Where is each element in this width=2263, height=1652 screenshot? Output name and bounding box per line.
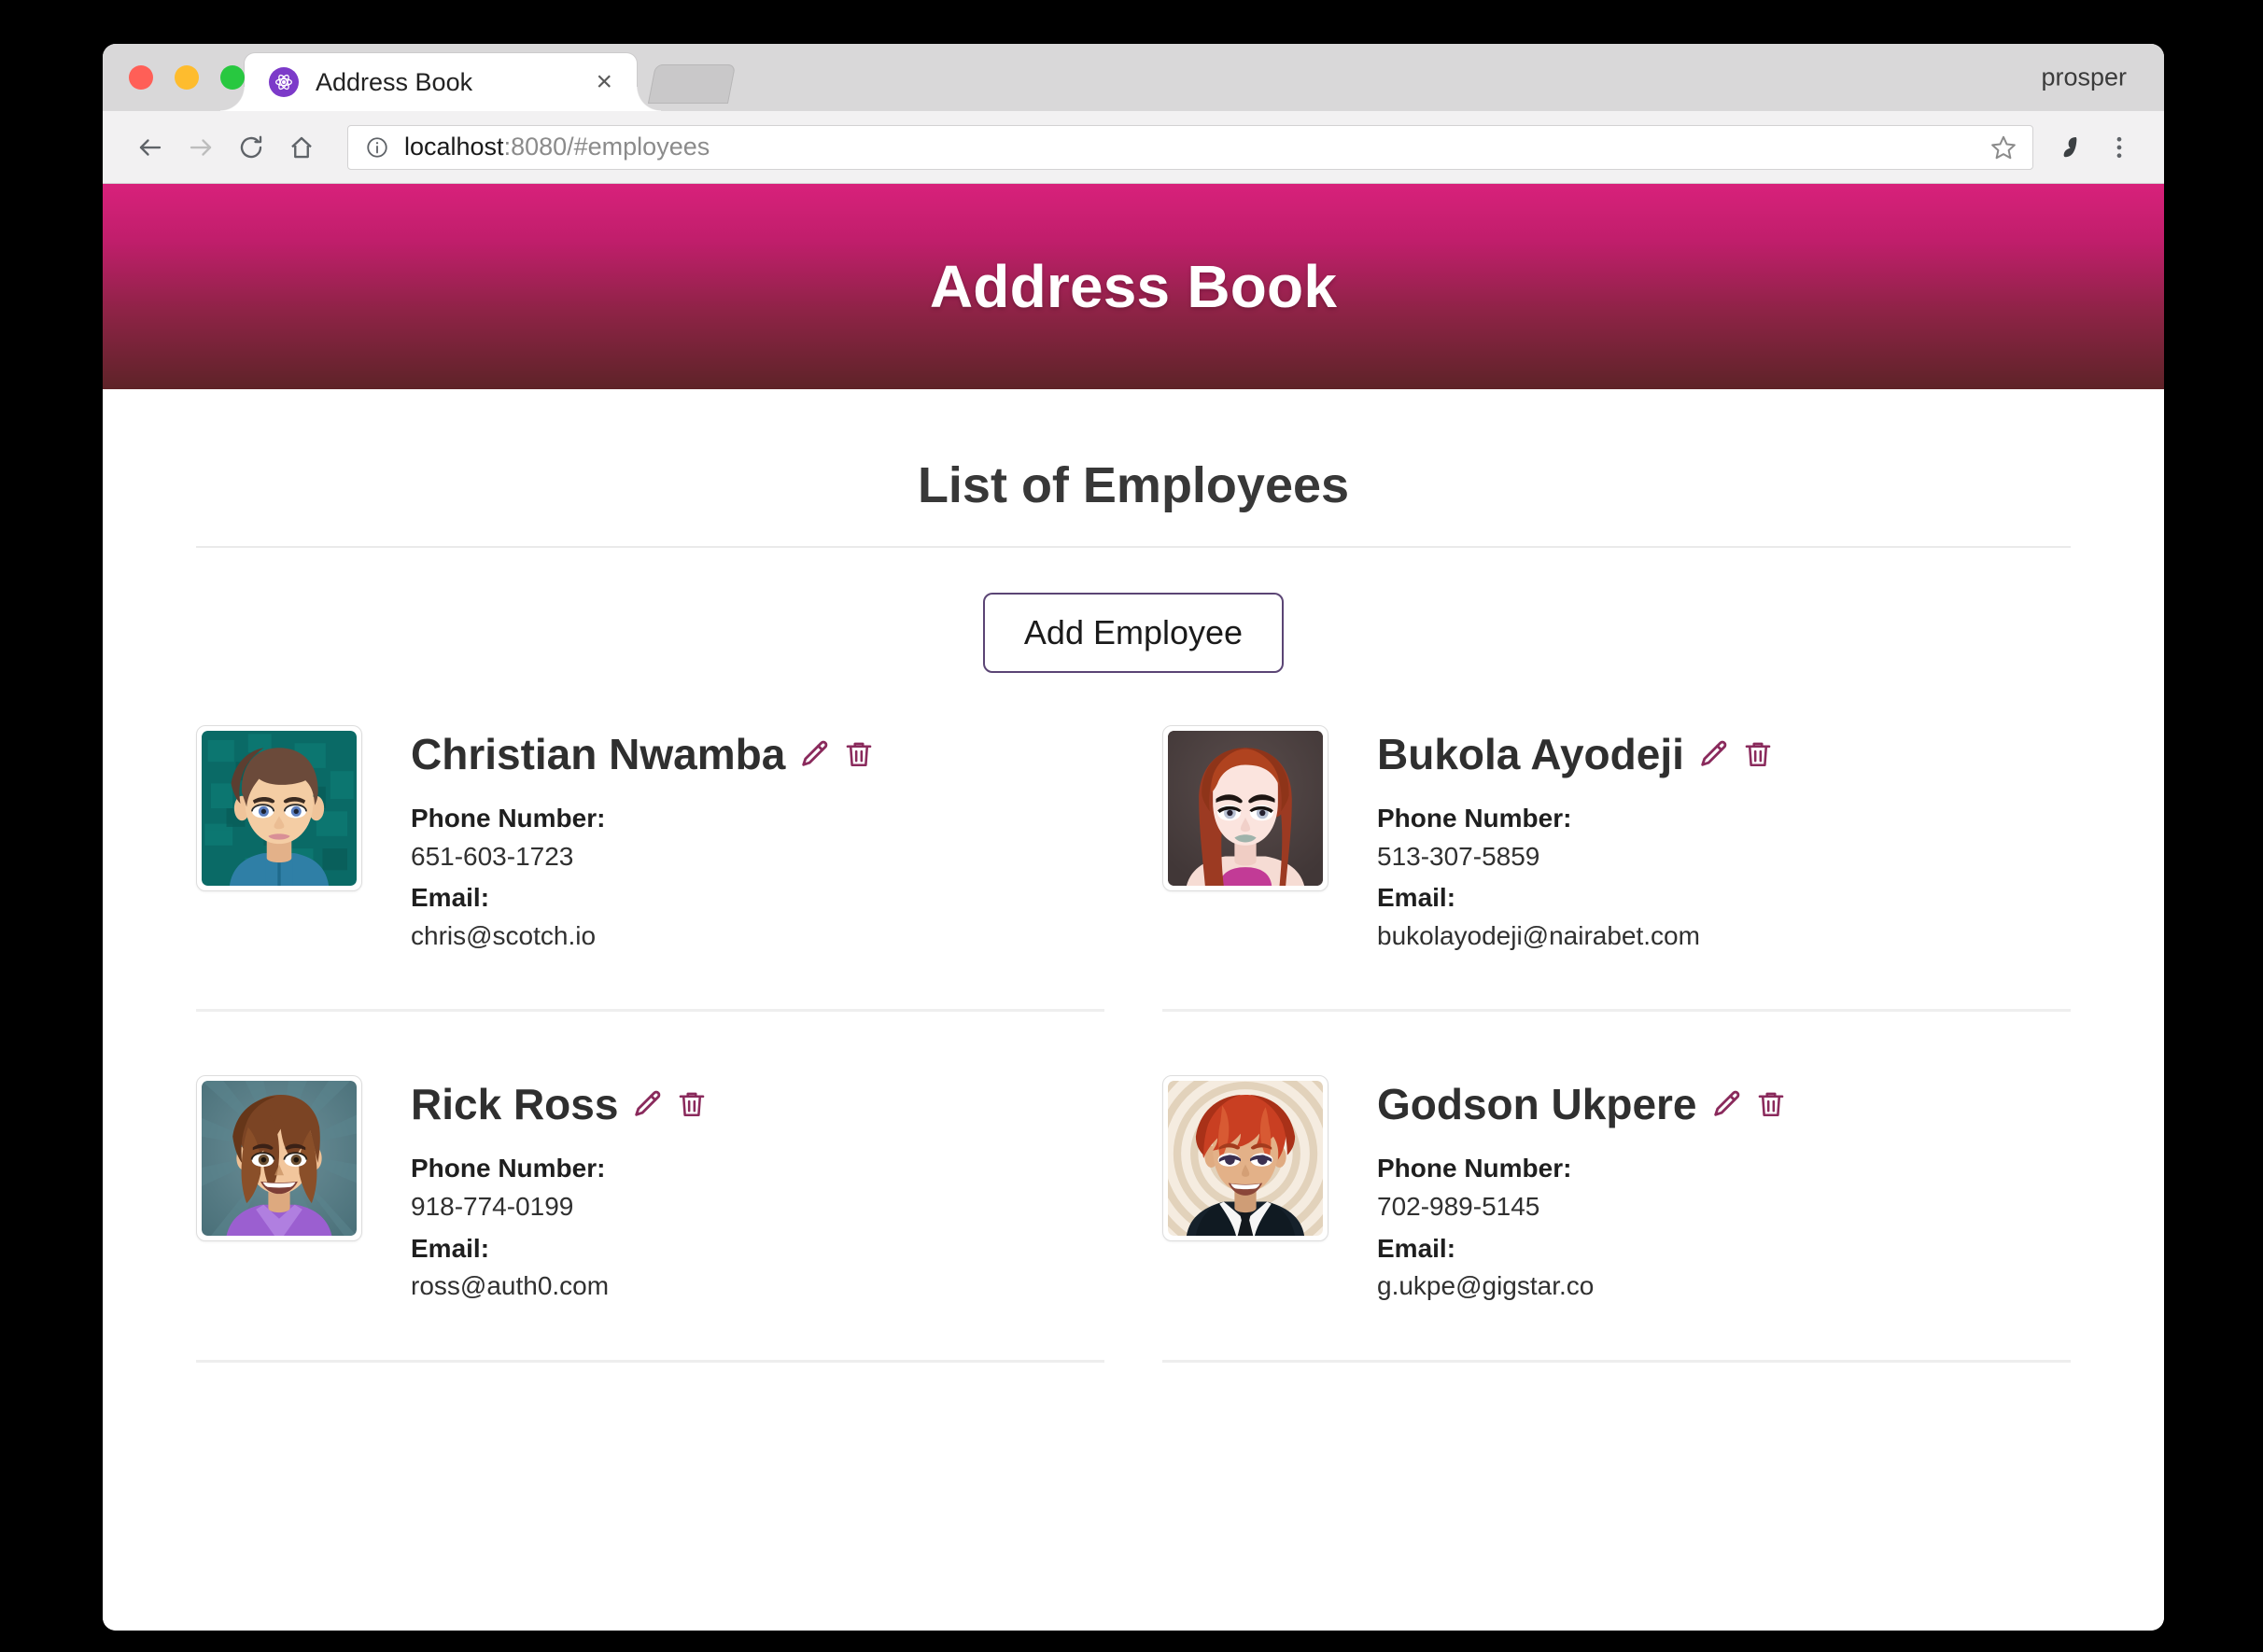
forward-arrow-icon[interactable] xyxy=(176,122,226,173)
phone-value: 651-603-1723 xyxy=(411,838,875,876)
employee-info: Bukola Ayodeji xyxy=(1377,725,1774,959)
employee-card: Godson Ukpere xyxy=(1162,1075,2071,1359)
employee-cell: Bukola Ayodeji xyxy=(1162,725,2071,1075)
pencil-edit-icon[interactable] xyxy=(798,738,830,770)
card-divider xyxy=(196,1009,1104,1012)
add-employee-button[interactable]: Add Employee xyxy=(983,593,1284,673)
avatar-godson-ukpere xyxy=(1162,1075,1328,1241)
employee-name: Godson Ukpere xyxy=(1377,1079,1697,1129)
page-info-icon[interactable] xyxy=(365,135,389,160)
profile-name[interactable]: prosper xyxy=(2041,63,2127,92)
avatar-christian-nwamba xyxy=(196,725,362,891)
employee-name-row: Rick Ross xyxy=(411,1079,708,1129)
card-divider xyxy=(196,1360,1104,1363)
close-tab-icon[interactable]: × xyxy=(590,68,618,96)
card-divider xyxy=(1162,1360,2071,1363)
avatar-bukola-ayodeji xyxy=(1162,725,1328,891)
url-path: :8080/#employees xyxy=(504,133,710,161)
card-divider xyxy=(1162,1009,2071,1012)
employee-name-row: Bukola Ayodeji xyxy=(1377,729,1774,779)
phone-value: 702-989-5145 xyxy=(1377,1188,1787,1226)
email-label: Email: xyxy=(411,1230,708,1268)
tab-strip: Address Book × prosper xyxy=(103,44,2164,111)
avatar-rick-ross xyxy=(196,1075,362,1241)
phone-label: Phone Number: xyxy=(1377,1150,1787,1188)
phone-value: 513-307-5859 xyxy=(1377,838,1774,876)
employee-cell: Christian Nwamba xyxy=(196,725,1104,1075)
react-atom-icon xyxy=(269,67,299,97)
employee-card: Bukola Ayodeji xyxy=(1162,725,2071,1009)
browser-window: Address Book × prosper xyxy=(103,44,2164,1631)
employee-info: Christian Nwamba xyxy=(411,725,875,959)
employee-name: Christian Nwamba xyxy=(411,729,785,779)
reload-icon[interactable] xyxy=(226,122,276,173)
phone-value: 918-774-0199 xyxy=(411,1188,708,1226)
employee-cell: Rick Ross xyxy=(196,1075,1104,1425)
trash-delete-icon[interactable] xyxy=(843,738,875,770)
url-text: localhost:8080/#employees xyxy=(404,133,710,161)
trash-delete-icon[interactable] xyxy=(1742,738,1774,770)
pencil-edit-icon[interactable] xyxy=(1710,1088,1742,1120)
email-label: Email: xyxy=(1377,1230,1787,1268)
browser-toolbar: localhost:8080/#employees xyxy=(103,111,2164,184)
trash-delete-icon[interactable] xyxy=(676,1088,708,1120)
pencil-edit-icon[interactable] xyxy=(631,1088,663,1120)
page-heading: List of Employees xyxy=(196,389,2071,546)
employee-name-row: Christian Nwamba xyxy=(411,729,875,779)
home-icon[interactable] xyxy=(276,122,327,173)
pencil-edit-icon[interactable] xyxy=(1697,738,1729,770)
employee-card: Christian Nwamba xyxy=(196,725,1104,1009)
back-arrow-icon[interactable] xyxy=(125,122,176,173)
email-value: ross@auth0.com xyxy=(411,1267,708,1306)
new-tab-button[interactable] xyxy=(648,64,736,104)
star-icon[interactable] xyxy=(1975,133,2017,161)
email-value: bukolayodeji@nairabet.com xyxy=(1377,917,1774,956)
browser-tab[interactable]: Address Book × xyxy=(245,53,637,111)
content-container: List of Employees Add Employee xyxy=(103,389,2164,1426)
employee-cell: Godson Ukpere xyxy=(1162,1075,2071,1425)
employee-card: Rick Ross xyxy=(196,1075,1104,1359)
employee-info: Godson Ukpere xyxy=(1377,1075,1787,1309)
phone-label: Phone Number: xyxy=(411,1150,708,1188)
email-value: chris@scotch.io xyxy=(411,917,875,956)
employee-name-row: Godson Ukpere xyxy=(1377,1079,1787,1129)
employee-grid: Christian Nwamba xyxy=(196,725,2071,1426)
minimize-window-button[interactable] xyxy=(175,65,199,90)
employee-name: Bukola Ayodeji xyxy=(1377,729,1684,779)
extension-icon[interactable] xyxy=(2046,123,2095,172)
app-banner: Address Book xyxy=(103,184,2164,389)
employee-info: Rick Ross xyxy=(411,1075,708,1309)
phone-label: Phone Number: xyxy=(411,800,875,838)
close-window-button[interactable] xyxy=(129,65,153,90)
email-value: g.ukpe@gigstar.co xyxy=(1377,1267,1787,1306)
page-content: Address Book List of Employees Add Emplo… xyxy=(103,184,2164,1631)
phone-label: Phone Number: xyxy=(1377,800,1774,838)
tab-title: Address Book xyxy=(316,68,590,97)
address-bar[interactable]: localhost:8080/#employees xyxy=(347,125,2033,170)
email-label: Email: xyxy=(411,879,875,917)
add-employee-wrap: Add Employee xyxy=(196,548,2071,725)
app-title: Address Book xyxy=(930,252,1337,321)
three-dot-menu-icon[interactable] xyxy=(2095,123,2144,172)
email-label: Email: xyxy=(1377,879,1774,917)
url-host: localhost xyxy=(404,133,504,161)
trash-delete-icon[interactable] xyxy=(1755,1088,1787,1120)
employee-name: Rick Ross xyxy=(411,1079,618,1129)
